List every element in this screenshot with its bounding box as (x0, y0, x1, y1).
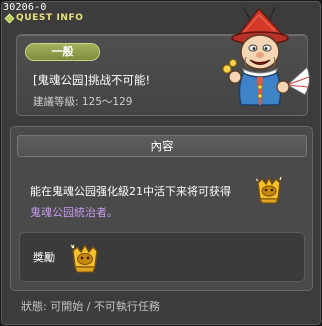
gold-medal-icon[interactable] (254, 175, 284, 205)
quest-description: 能在鬼魂公园强化級21中活下来将可获得 (30, 185, 231, 198)
window-title-bar[interactable]: QUEST INFO (4, 12, 84, 24)
reward-box: 獎勵 (19, 232, 305, 282)
recommended-level: 建議等級: 125～129 (33, 96, 133, 108)
reward-label: 獎勵 (33, 251, 55, 264)
quest-info-window: 30206-0 QUEST INFO 一般 [鬼魂公园]挑战不可能! 建議等級:… (0, 0, 322, 326)
title-bullet-icon (4, 13, 15, 23)
gold-medal-reward-icon[interactable] (69, 242, 101, 274)
reward-item-name: 鬼魂公园統治者。 (30, 206, 118, 219)
jester-npc-icon (222, 7, 311, 106)
quest-status: 狀態: 可開始 / 不可執行任務 (21, 300, 160, 313)
quest-title: [鬼魂公园]挑战不可能! (33, 73, 151, 87)
content-header: 內容 (17, 135, 307, 157)
window-title: QUEST INFO (16, 13, 84, 23)
quest-grade-badge: 一般 (25, 43, 100, 61)
quest-content-panel: 內容 能在鬼魂公园强化級21中活下来将可获得 鬼魂公园統治者。 獎勵 (10, 126, 313, 291)
